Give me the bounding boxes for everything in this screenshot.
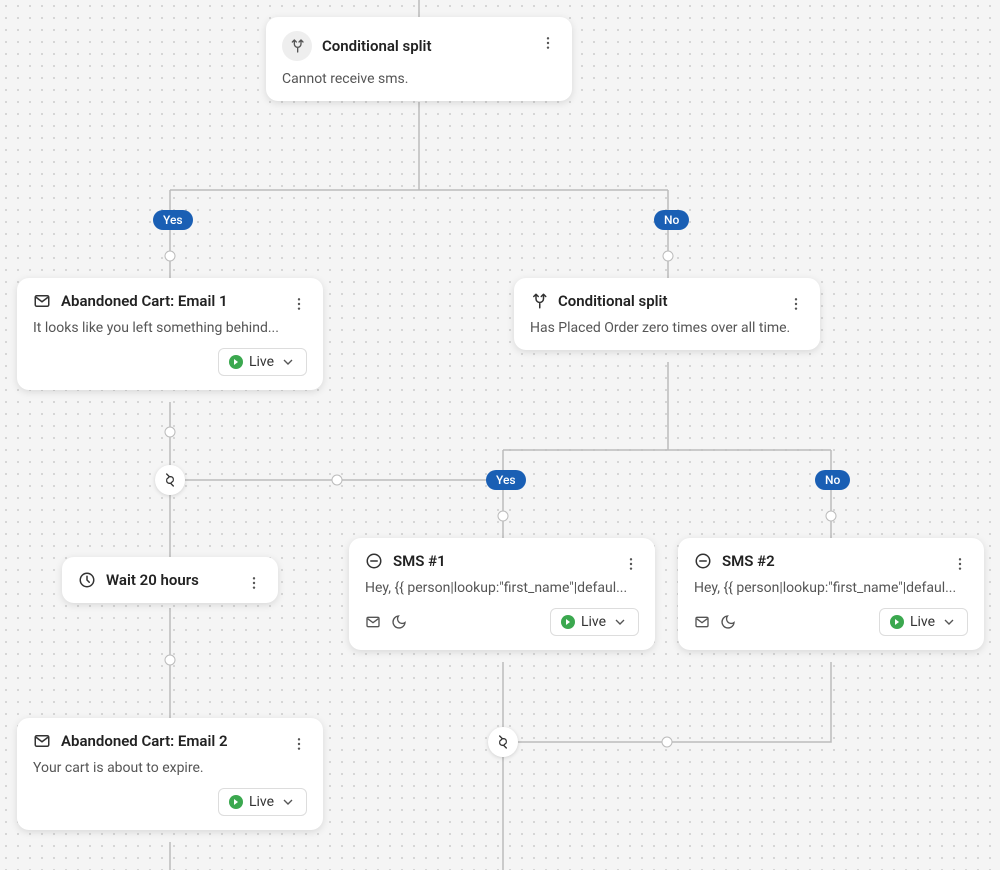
node-description: Your cart is about to expire. xyxy=(33,760,307,776)
play-icon xyxy=(561,615,575,629)
message-icon xyxy=(694,614,710,630)
node-sms-1[interactable]: SMS #1 Hey, {{ person|lookup:"first_name… xyxy=(349,538,655,650)
kebab-icon xyxy=(540,35,556,51)
merge-icon xyxy=(162,472,178,488)
status-label: Live xyxy=(249,794,274,810)
kebab-icon xyxy=(246,575,262,591)
node-menu-button[interactable] xyxy=(242,571,266,595)
node-title: Abandoned Cart: Email 1 xyxy=(61,292,228,310)
node-description: Cannot receive sms. xyxy=(282,71,556,87)
status-label: Live xyxy=(249,354,274,370)
badge-yes: Yes xyxy=(153,210,193,230)
node-title: SMS #2 xyxy=(722,552,775,570)
node-title: SMS #1 xyxy=(393,552,446,570)
status-dropdown[interactable]: Live xyxy=(218,348,307,376)
node-conditional-split-2[interactable]: Conditional split Has Placed Order zero … xyxy=(514,278,820,350)
play-icon xyxy=(229,355,243,369)
node-conditional-split-root[interactable]: Conditional split Cannot receive sms. xyxy=(266,17,572,101)
kebab-icon xyxy=(623,556,639,572)
node-sms-2[interactable]: SMS #2 Hey, {{ person|lookup:"first_name… xyxy=(678,538,984,650)
sms-icon xyxy=(365,552,383,570)
kebab-icon xyxy=(952,556,968,572)
node-title: Abandoned Cart: Email 2 xyxy=(61,732,228,750)
flow-canvas[interactable]: Yes No Yes No Conditional split Cannot r… xyxy=(0,0,1000,870)
badge-yes: Yes xyxy=(486,470,526,490)
status-label: Live xyxy=(581,614,606,630)
node-description: Hey, {{ person|lookup:"first_name"|defau… xyxy=(694,580,968,596)
quiet-hours-icon xyxy=(720,614,736,630)
chevron-down-icon xyxy=(280,794,296,810)
node-title: Wait 20 hours xyxy=(106,571,199,589)
node-description: Has Placed Order zero times over all tim… xyxy=(530,320,804,336)
status-dropdown[interactable]: Live xyxy=(218,788,307,816)
node-description: It looks like you left something behind.… xyxy=(33,320,307,336)
chevron-down-icon xyxy=(941,614,957,630)
play-icon xyxy=(890,615,904,629)
clock-icon xyxy=(78,571,96,589)
merge-node[interactable] xyxy=(155,465,185,495)
status-dropdown[interactable]: Live xyxy=(550,608,639,636)
node-wait[interactable]: Wait 20 hours xyxy=(62,557,278,603)
status-dropdown[interactable]: Live xyxy=(879,608,968,636)
email-icon xyxy=(33,732,51,750)
badge-no: No xyxy=(654,210,689,230)
kebab-icon xyxy=(291,296,307,312)
node-menu-button[interactable] xyxy=(287,732,311,756)
node-title: Conditional split xyxy=(322,37,431,55)
node-menu-button[interactable] xyxy=(948,552,972,576)
node-email-1[interactable]: Abandoned Cart: Email 1 It looks like yo… xyxy=(17,278,323,390)
sms-icon xyxy=(694,552,712,570)
node-menu-button[interactable] xyxy=(619,552,643,576)
node-menu-button[interactable] xyxy=(287,292,311,316)
node-description: Hey, {{ person|lookup:"first_name"|defau… xyxy=(365,580,639,596)
message-icon xyxy=(365,614,381,630)
node-menu-button[interactable] xyxy=(784,292,808,316)
node-menu-button[interactable] xyxy=(536,31,560,55)
quiet-hours-icon xyxy=(391,614,407,630)
merge-icon xyxy=(495,734,511,750)
email-icon xyxy=(33,292,51,310)
node-email-2[interactable]: Abandoned Cart: Email 2 Your cart is abo… xyxy=(17,718,323,830)
conditional-icon xyxy=(282,31,312,61)
kebab-icon xyxy=(788,296,804,312)
badge-no: No xyxy=(815,470,850,490)
kebab-icon xyxy=(291,736,307,752)
node-title: Conditional split xyxy=(558,292,667,310)
chevron-down-icon xyxy=(612,614,628,630)
chevron-down-icon xyxy=(280,354,296,370)
conditional-icon xyxy=(530,292,548,310)
status-label: Live xyxy=(910,614,935,630)
play-icon xyxy=(229,795,243,809)
merge-node[interactable] xyxy=(488,727,518,757)
